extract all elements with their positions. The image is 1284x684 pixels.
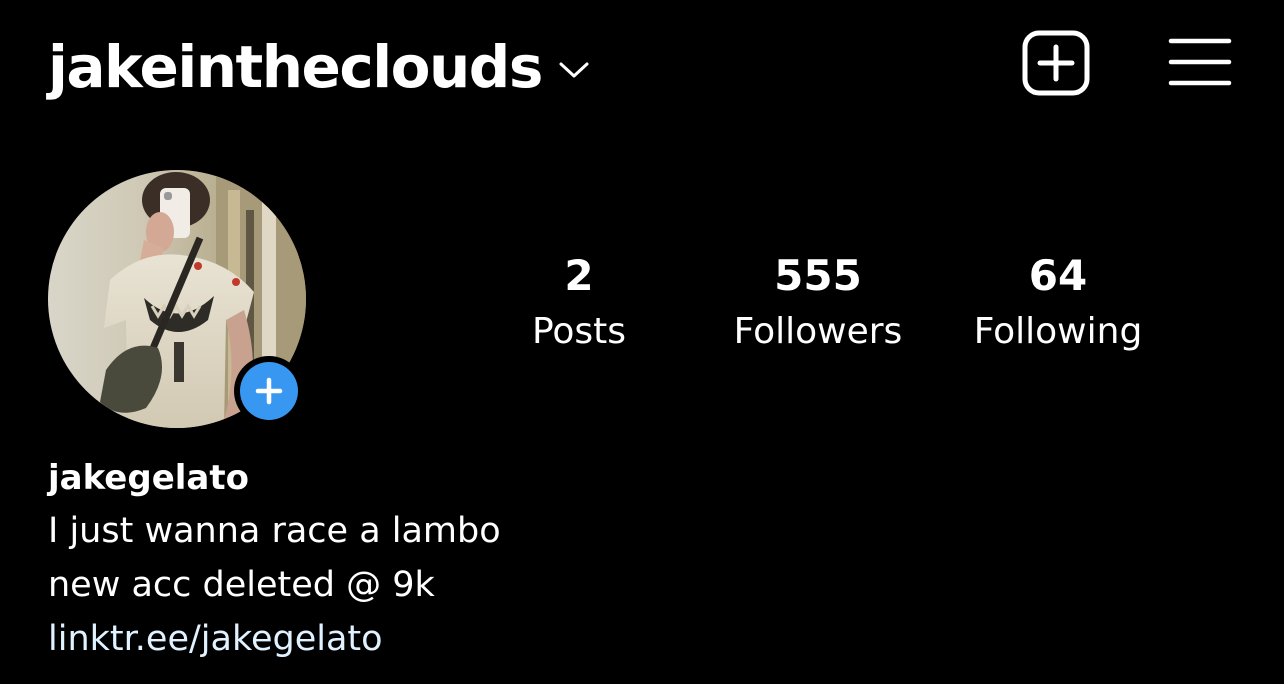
chevron-down-icon [559,62,589,78]
hamburger-menu-icon [1168,38,1232,86]
bio-link[interactable]: linktr.ee/jakegelato [48,612,948,666]
followers-label: Followers [733,311,903,352]
posts-label: Posts [531,311,627,352]
plus-circle-icon [240,362,298,420]
profile-username: jakeintheclouds [48,33,543,101]
plus-square-icon [1022,30,1090,96]
bio-line: new acc deleted @ 9k [48,565,435,605]
bio-line: I just wanna race a lambo [48,511,501,551]
add-story-button[interactable] [234,356,304,426]
posts-stat[interactable]: 2 Posts [499,250,659,358]
profile-header: jakeintheclouds [48,22,590,112]
followers-stat[interactable]: 555 Followers [718,250,918,358]
posts-count: 2 [564,251,594,300]
following-stat[interactable]: 64 Following [958,250,1158,358]
menu-button[interactable] [1168,37,1232,87]
new-post-button[interactable] [1022,30,1090,96]
display-name: jakegelato [48,458,249,498]
account-switcher[interactable]: jakeintheclouds [48,38,590,96]
profile-bio: jakegelato I just wanna race a lambo new… [48,452,948,666]
following-label: Following [973,311,1143,352]
followers-count: 555 [774,251,862,300]
profile-stats: 2 Posts 555 Followers 64 Following [0,250,1284,360]
following-count: 64 [1028,251,1088,300]
